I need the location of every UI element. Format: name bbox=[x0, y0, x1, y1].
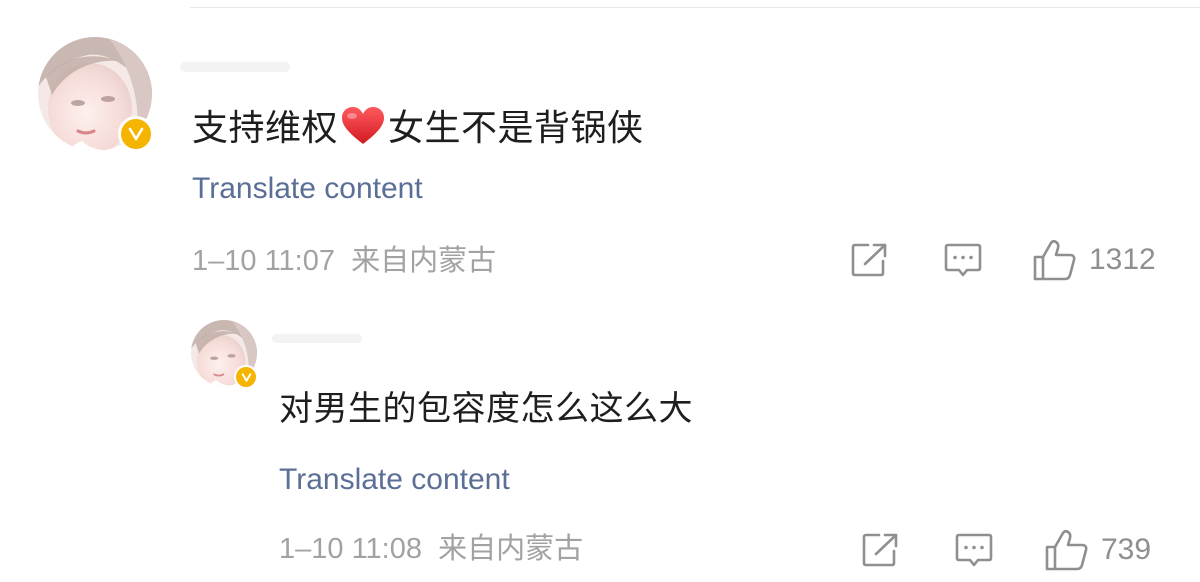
translate-content-link[interactable]: Translate content bbox=[192, 171, 423, 207]
like-count: 1312 bbox=[1089, 243, 1156, 276]
comment-text-part-1: 支持维权 bbox=[192, 108, 339, 149]
reply-timestamp: 1–10 11:08 bbox=[279, 533, 422, 565]
reply-like-count: 739 bbox=[1101, 533, 1152, 566]
comment-icon bbox=[955, 533, 993, 567]
comment-timestamp: 1–10 11:07 bbox=[192, 245, 335, 277]
verified-badge bbox=[118, 116, 154, 152]
comment-meta: 1–10 11:07 来自内蒙古 bbox=[192, 243, 496, 279]
username[interactable] bbox=[180, 62, 290, 72]
reply-username[interactable] bbox=[272, 334, 362, 343]
reply-translate-content-link[interactable]: Translate content bbox=[279, 462, 510, 498]
comment-location: 来自内蒙古 bbox=[351, 245, 497, 277]
verified-check-icon bbox=[241, 372, 251, 382]
comment-text-part-2: 女生不是背锅侠 bbox=[388, 108, 644, 149]
share-button[interactable] bbox=[851, 242, 889, 278]
reply-button[interactable] bbox=[944, 242, 982, 280]
verified-check-icon bbox=[128, 127, 144, 141]
red-heart-emoji bbox=[340, 106, 386, 157]
reply-share-button[interactable] bbox=[862, 532, 900, 568]
reply-comment-button[interactable] bbox=[955, 532, 993, 570]
top-divider bbox=[190, 7, 1200, 8]
thumbs-up-icon bbox=[1033, 239, 1076, 281]
reply-location: 来自内蒙古 bbox=[438, 533, 584, 565]
reply-text: 对男生的包容度怎么这么大 bbox=[279, 389, 693, 429]
share-icon bbox=[851, 243, 887, 277]
like-button[interactable]: 1312 bbox=[1033, 239, 1156, 281]
reply-verified-badge bbox=[234, 365, 258, 389]
comment-text: 支持维权 女生不是背锅侠 bbox=[192, 106, 644, 157]
comment-icon bbox=[944, 243, 982, 277]
reply-meta: 1–10 11:08 来自内蒙古 bbox=[279, 531, 583, 567]
reply-like-button[interactable]: 739 bbox=[1045, 529, 1151, 571]
share-icon bbox=[862, 533, 898, 567]
thumbs-up-icon bbox=[1045, 529, 1088, 571]
